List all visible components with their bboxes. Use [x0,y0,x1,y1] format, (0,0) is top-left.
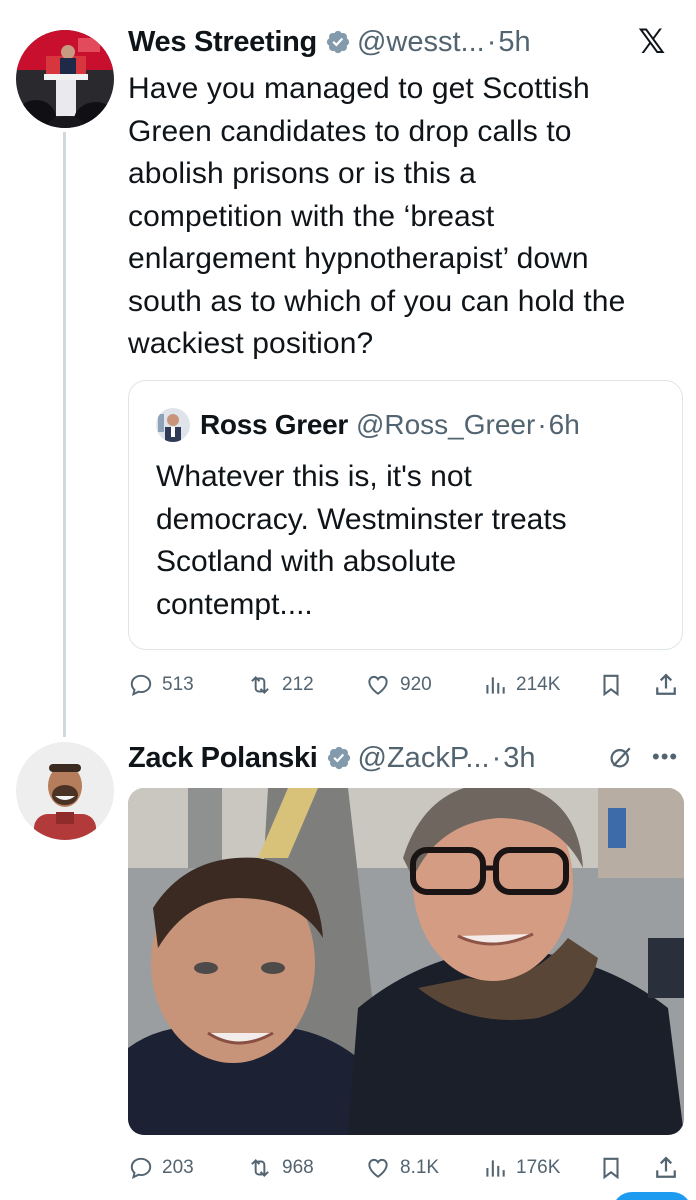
quoted-tweet-text: Whatever this is, it's not democracy. We… [156,460,567,621]
repost-count: 212 [282,674,314,695]
share-button[interactable] [652,671,680,699]
repost-button[interactable]: 212 [246,672,314,698]
bookmark-icon [603,1157,619,1180]
grok-icon[interactable] [606,742,636,772]
views-button[interactable]: 176K [482,1155,560,1181]
reply-count: 203 [162,1157,194,1178]
repost-count: 968 [282,1157,314,1178]
repost-icon [251,676,269,694]
tweet-text: Have you managed to get Scottish Green c… [128,72,626,360]
bookmark-button[interactable] [598,1154,624,1182]
tweet-timestamp[interactable]: 5h [498,24,530,60]
tweet-actions: 203 968 8.1K 176K [128,1150,688,1186]
tweet-timestamp[interactable]: 3h [503,740,535,776]
author-name[interactable]: Wes Streeting [128,24,317,60]
separator-dot: · [491,742,502,774]
avatar-wes-streeting[interactable] [16,30,114,128]
author-handle[interactable]: @ZackP... [358,740,490,776]
reply-icon [130,1157,152,1180]
reply-button[interactable]: 203 [128,1155,194,1181]
compose-button[interactable] [612,1192,692,1200]
heart-icon [368,675,388,695]
verified-badge-icon [326,30,350,54]
views-count: 176K [516,1157,561,1178]
separator-dot: · [486,26,497,58]
x-logo-icon[interactable]: 𝕏 [638,22,665,62]
repost-button[interactable]: 968 [246,1155,314,1181]
author-name[interactable]: Zack Polanski [128,740,318,776]
like-button[interactable]: 920 [364,672,432,698]
like-button[interactable]: 8.1K [364,1155,439,1181]
reply-button[interactable]: 513 [128,672,194,698]
views-chart-icon [486,677,505,694]
views-button[interactable]: 214K [482,672,560,698]
avatar-ross-greer [156,408,190,442]
quoted-timestamp: 6h [548,409,580,440]
views-chart-icon [486,1160,505,1177]
quoted-author-name: Ross Greer [200,409,348,440]
avatar-zack-polanski[interactable] [16,742,114,840]
quoted-tweet-header: Ross Greer @Ross_Greer · 6h [156,407,580,443]
tweet-header: Wes Streeting @wesst... · 5h [128,24,531,60]
share-button[interactable] [652,1154,680,1182]
author-handle[interactable]: @wesst... [357,24,485,60]
bookmark-icon [603,674,619,697]
views-count: 214K [516,674,561,695]
share-icon [656,673,676,695]
more-options-icon[interactable]: ••• [652,744,678,770]
tweet-actions: 513 212 920 214K [128,667,688,703]
reply-count: 513 [162,674,194,695]
like-count: 8.1K [400,1157,440,1178]
tweet-photo[interactable] [128,788,684,1135]
tweet-header: Zack Polanski @ZackP... · 3h [128,740,536,776]
timeline: 𝕏 Wes Streeting @wesst... · 5h Have you … [0,0,696,1200]
reply-icon [130,674,152,697]
thread-connector-line [63,132,66,737]
quoted-tweet[interactable]: Ross Greer @Ross_Greer · 6h Whatever thi… [128,380,683,650]
verified-badge-icon [327,746,350,770]
heart-icon [368,1158,388,1178]
bookmark-button[interactable] [598,671,624,699]
quoted-author-handle: @Ross_Greer [355,409,536,440]
separator-dot: · [537,409,547,440]
repost-icon [251,1159,269,1177]
share-icon [656,1156,676,1178]
like-count: 920 [400,674,432,695]
